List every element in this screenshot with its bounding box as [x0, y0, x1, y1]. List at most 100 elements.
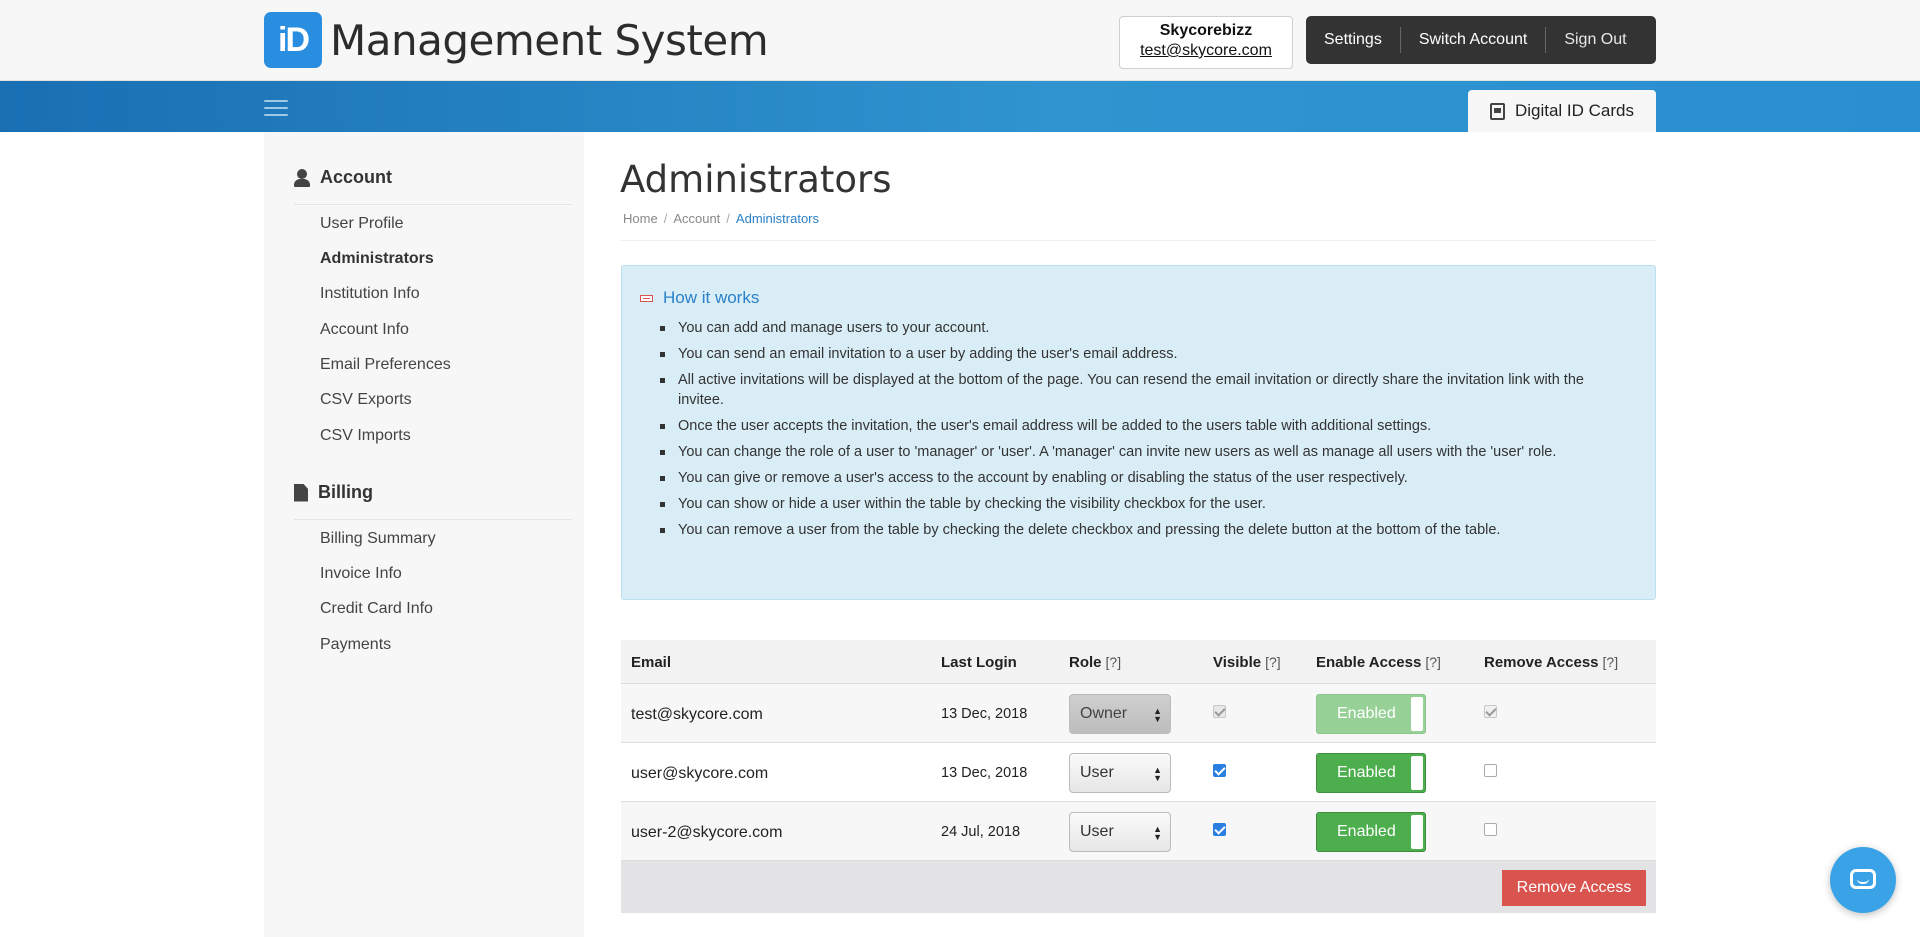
remove-checkbox	[1484, 705, 1497, 718]
info-item: Once the user accepts the invitation, th…	[658, 416, 1628, 436]
access-toggle: Enabled	[1316, 694, 1426, 734]
visible-checkbox	[1213, 705, 1226, 718]
file-icon	[294, 483, 308, 502]
hamburger-menu-icon[interactable]	[264, 100, 288, 118]
visible-help-link[interactable]: [?]	[1265, 654, 1281, 670]
user-icon	[294, 168, 310, 187]
table-row: user-2@skycore.com 24 Jul, 2018 User ▲ ▼ E…	[621, 802, 1656, 861]
role-value: User	[1080, 764, 1114, 781]
role-value: Owner	[1080, 705, 1128, 722]
page-title: Administrators	[620, 158, 892, 201]
how-it-works-panel: How it works You can add and manage user…	[621, 265, 1656, 600]
breadcrumb-account[interactable]: Account	[673, 211, 720, 226]
account-email-link[interactable]: test@skycore.com	[1120, 42, 1292, 60]
sidebar-heading-label: Account	[320, 167, 392, 187]
info-item: You can send an email invitation to a us…	[658, 344, 1628, 364]
col-remove-label: Remove Access	[1484, 654, 1599, 671]
settings-link[interactable]: Settings	[1306, 25, 1400, 55]
access-toggle[interactable]: Enabled	[1316, 812, 1426, 852]
digital-id-cards-tab[interactable]: Digital ID Cards	[1468, 90, 1656, 132]
role-select[interactable]: User ▲ ▼	[1069, 812, 1171, 852]
breadcrumb-current: Administrators	[735, 211, 819, 226]
table-row: user@skycore.com 13 Dec, 2018 User ▲ ▼ Ena…	[621, 743, 1656, 802]
col-email: Email	[631, 654, 672, 671]
info-item: You can give or remove a user's access t…	[658, 468, 1628, 488]
sidebar-item-payments[interactable]: Payments	[320, 636, 391, 654]
info-item: You can remove a user from the table by …	[658, 520, 1628, 540]
col-visible: Visible [?]	[1213, 654, 1281, 671]
select-arrows-icon: ▲ ▼	[1153, 765, 1162, 783]
col-visible-label: Visible	[1213, 654, 1262, 671]
table-row: test@skycore.com 13 Dec, 2018 Owner ▲ ▼ En…	[621, 684, 1656, 743]
account-name: Skycorebizz	[1159, 22, 1253, 39]
col-enable-access: Enable Access [?]	[1316, 654, 1441, 671]
collapse-icon[interactable]	[640, 294, 653, 302]
app-title[interactable]: Management System	[330, 16, 769, 65]
remove-checkbox[interactable]	[1484, 764, 1497, 777]
info-title: How it works	[663, 288, 760, 307]
sidebar-item-csv-exports[interactable]: CSV Exports	[320, 391, 412, 409]
visible-checkbox[interactable]	[1213, 764, 1226, 777]
visible-checkbox[interactable]	[1213, 823, 1226, 836]
sidebar-item-institution-info[interactable]: Institution Info	[320, 285, 420, 303]
sidebar-item-user-profile[interactable]: User Profile	[320, 215, 404, 233]
col-last-login: Last Login	[941, 654, 1017, 671]
info-item: You can add and manage users to your acc…	[658, 318, 1628, 338]
sidebar-item-credit-card-info[interactable]: Credit Card Info	[320, 600, 433, 618]
col-enable-label: Enable Access	[1316, 654, 1422, 671]
remove-help-link[interactable]: [?]	[1603, 654, 1619, 670]
info-list: You can add and manage users to your acc…	[658, 318, 1628, 546]
access-toggle[interactable]: Enabled	[1316, 753, 1426, 793]
info-item: All active invitations will be displayed…	[658, 370, 1628, 410]
administrators-table: Email Last Login Role [?] Visible [?] Enab…	[621, 640, 1656, 913]
sidebar-item-invoice-info[interactable]: Invoice Info	[320, 565, 402, 583]
how-it-works-toggle[interactable]: How it works	[640, 288, 759, 308]
row-email: user-2@skycore.com	[631, 824, 783, 841]
remove-access-button[interactable]: Remove Access	[1502, 870, 1646, 906]
row-last-login: 13 Dec, 2018	[941, 765, 1028, 781]
sidebar-item-csv-imports[interactable]: CSV Imports	[320, 427, 411, 445]
table-header: Email Last Login Role [?] Visible [?] Enab…	[621, 640, 1656, 684]
tab-label: Digital ID Cards	[1514, 101, 1635, 120]
sidebar-heading-account: Account	[294, 167, 392, 188]
role-help-link[interactable]: [?]	[1106, 654, 1122, 670]
sidebar-divider	[294, 519, 572, 520]
role-select: Owner ▲ ▼	[1069, 694, 1171, 734]
breadcrumb-home[interactable]: Home	[623, 211, 658, 226]
sidebar-item-account-info[interactable]: Account Info	[320, 321, 409, 339]
sidebar-divider	[294, 204, 572, 205]
info-item: You can show or hide a user within the t…	[658, 494, 1628, 514]
sidebar-item-email-preferences[interactable]: Email Preferences	[320, 356, 451, 374]
role-value: User	[1080, 823, 1114, 840]
sign-out-link[interactable]: Sign Out	[1546, 25, 1644, 55]
table-footer: Remove Access	[621, 861, 1656, 913]
breadcrumb: Home / Account / Administrators	[623, 211, 819, 226]
chat-icon	[1850, 869, 1876, 889]
top-header: iD Management System Skycorebizz test@sk…	[0, 0, 1920, 81]
col-role-label: Role	[1069, 654, 1102, 671]
sidebar-heading-billing: Billing	[294, 482, 373, 503]
info-item: You can change the role of a user to 'ma…	[658, 442, 1628, 462]
account-badge[interactable]: Skycorebizz test@skycore.com	[1119, 16, 1293, 69]
row-email: user@skycore.com	[631, 765, 769, 782]
title-divider	[620, 240, 1656, 241]
logo-icon[interactable]: iD	[264, 12, 322, 68]
top-nav: Settings Switch Account Sign Out	[1306, 16, 1656, 64]
sidebar-heading-label: Billing	[318, 482, 373, 502]
role-select[interactable]: User ▲ ▼	[1069, 753, 1171, 793]
select-arrows-icon: ▲ ▼	[1153, 824, 1162, 842]
sidebar-item-billing-summary[interactable]: Billing Summary	[320, 530, 436, 548]
id-card-icon	[1489, 102, 1505, 120]
row-last-login: 13 Dec, 2018	[941, 706, 1028, 722]
select-arrows-icon: ▲ ▼	[1153, 706, 1162, 724]
col-remove-access: Remove Access [?]	[1484, 654, 1618, 671]
remove-checkbox[interactable]	[1484, 823, 1497, 836]
row-email: test@skycore.com	[631, 706, 763, 723]
sidebar-item-administrators[interactable]: Administrators	[320, 250, 434, 268]
switch-account-link[interactable]: Switch Account	[1401, 25, 1546, 55]
col-role: Role [?]	[1069, 654, 1121, 671]
row-last-login: 24 Jul, 2018	[941, 824, 1021, 840]
enable-help-link[interactable]: [?]	[1425, 654, 1441, 670]
sidebar: Account User Profile Administrators Inst…	[264, 132, 584, 937]
chat-widget-button[interactable]	[1830, 847, 1896, 913]
